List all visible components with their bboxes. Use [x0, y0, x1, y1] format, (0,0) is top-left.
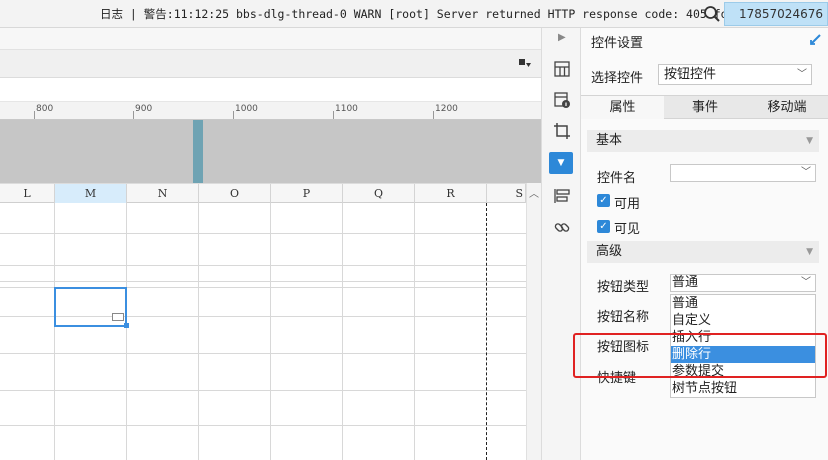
- enabled-label: 可用: [614, 197, 641, 212]
- column-header[interactable]: L: [0, 184, 55, 203]
- layout-grid-icon[interactable]: [553, 60, 571, 78]
- chevron-down-icon[interactable]: ﹀: [801, 275, 811, 291]
- spreadsheet-grid[interactable]: [0, 203, 526, 460]
- column-header[interactable]: O: [199, 184, 271, 203]
- button-type-value: 普通: [672, 275, 699, 290]
- panel-tabs: 属性 事件 移动端: [581, 95, 828, 119]
- collapse-triangle-icon[interactable]: ▼: [806, 241, 813, 263]
- log-message[interactable]: 日志 | 警告:11:12:25 bbs-dlg-thread-0 WARN […: [100, 6, 783, 22]
- selected-cell[interactable]: [54, 287, 127, 327]
- control-name-label: 控件名: [597, 171, 637, 186]
- ruler-label: 800: [36, 104, 54, 114]
- row-line: [0, 425, 526, 426]
- link-icon[interactable]: [553, 218, 571, 236]
- column-line: [198, 203, 199, 460]
- ruler-tick: [133, 111, 134, 119]
- ruler-label: 1000: [235, 104, 258, 114]
- page-break-line: [486, 203, 487, 460]
- row-line: [0, 233, 526, 234]
- option-normal[interactable]: 普通: [671, 295, 815, 312]
- select-control-value: 按钮控件: [664, 67, 717, 82]
- ruler: 800 900 1000 1100 1200: [0, 102, 541, 120]
- pin-edit-icon[interactable]: [809, 32, 823, 46]
- ruler-label: 900: [135, 104, 153, 114]
- visible-label: 可见: [614, 222, 641, 237]
- column-header[interactable]: Q: [343, 184, 415, 203]
- column-line: [270, 203, 271, 460]
- control-widget-icon[interactable]: ▼: [549, 152, 573, 174]
- scroll-up-icon[interactable]: ︿: [529, 185, 539, 200]
- option-tree-node-button[interactable]: 树节点按钮: [671, 380, 815, 397]
- chevron-down-icon[interactable]: ﹀: [801, 165, 811, 181]
- column-line: [342, 203, 343, 460]
- collapse-triangle-icon[interactable]: ▼: [806, 130, 813, 152]
- column-line: [54, 203, 55, 460]
- tab-events[interactable]: 事件: [664, 96, 746, 119]
- control-settings-panel: 控件设置 选择控件 按钮控件 ﹀ 属性 事件 移动端 基本 ▼ 控件名 ﹀ ✓ …: [581, 28, 828, 460]
- user-account[interactable]: 17857024676: [724, 2, 828, 26]
- column-header[interactable]: S: [487, 184, 526, 203]
- column-header-row: L M N O P Q R S: [0, 183, 526, 203]
- select-control-label: 选择控件: [591, 71, 644, 86]
- option-custom[interactable]: 自定义: [671, 312, 815, 329]
- editor-toolbar-top: [0, 28, 541, 50]
- search-icon[interactable]: [703, 5, 721, 23]
- visible-checkbox[interactable]: ✓: [597, 220, 610, 233]
- formula-bar[interactable]: [0, 78, 541, 102]
- ruler-tick: [333, 111, 334, 119]
- panel-title: 控件设置: [591, 36, 644, 51]
- row-line: [0, 265, 526, 266]
- section-basic-label: 基本: [596, 133, 623, 148]
- column-line: [126, 203, 127, 460]
- select-control-dropdown[interactable]: 按钮控件 ﹀: [658, 64, 812, 85]
- section-basic[interactable]: 基本 ▼: [587, 130, 819, 152]
- ruler-label: 1100: [335, 104, 358, 114]
- row-line: [0, 353, 526, 354]
- crop-frame-icon[interactable]: [553, 122, 571, 140]
- button-name-label: 按钮名称: [597, 310, 650, 325]
- enabled-checkbox[interactable]: ✓: [597, 194, 610, 207]
- row-line: [0, 390, 526, 391]
- vertical-scrollbar[interactable]: ︿: [526, 183, 541, 460]
- filter-icon[interactable]: [518, 58, 532, 70]
- side-icon-strip: ▶ ▼: [541, 28, 581, 460]
- section-advanced[interactable]: 高级 ▼: [587, 241, 819, 263]
- column-header-selected[interactable]: M: [55, 184, 127, 203]
- button-widget-icon[interactable]: [112, 313, 124, 321]
- tab-properties[interactable]: 属性: [581, 96, 664, 119]
- fill-handle[interactable]: [124, 323, 129, 328]
- section-advanced-label: 高级: [596, 244, 623, 259]
- button-type-label: 按钮类型: [597, 280, 650, 295]
- control-name-field[interactable]: ﹀: [670, 164, 816, 182]
- widget-info-icon[interactable]: [553, 91, 571, 109]
- align-layers-icon[interactable]: [553, 187, 571, 205]
- collapse-arrow-icon[interactable]: ▶: [558, 32, 566, 43]
- ruler-tick: [34, 111, 35, 119]
- column-line: [414, 203, 415, 460]
- tab-mobile[interactable]: 移动端: [746, 96, 828, 119]
- ruler-tick: [433, 111, 434, 119]
- highlight-annotation-box: [573, 333, 827, 378]
- editor-toolbar: [0, 50, 541, 78]
- column-header[interactable]: P: [271, 184, 343, 203]
- column-header[interactable]: N: [127, 184, 199, 203]
- row-line: [0, 281, 526, 282]
- button-type-select[interactable]: 普通 ﹀: [670, 274, 816, 292]
- ruler-tick: [233, 111, 234, 119]
- column-header[interactable]: R: [415, 184, 487, 203]
- ruler-label: 1200: [435, 104, 458, 114]
- chevron-down-icon[interactable]: ﹀: [797, 65, 807, 84]
- top-status-bar: 日志 | 警告:11:12:25 bbs-dlg-thread-0 WARN […: [0, 0, 828, 28]
